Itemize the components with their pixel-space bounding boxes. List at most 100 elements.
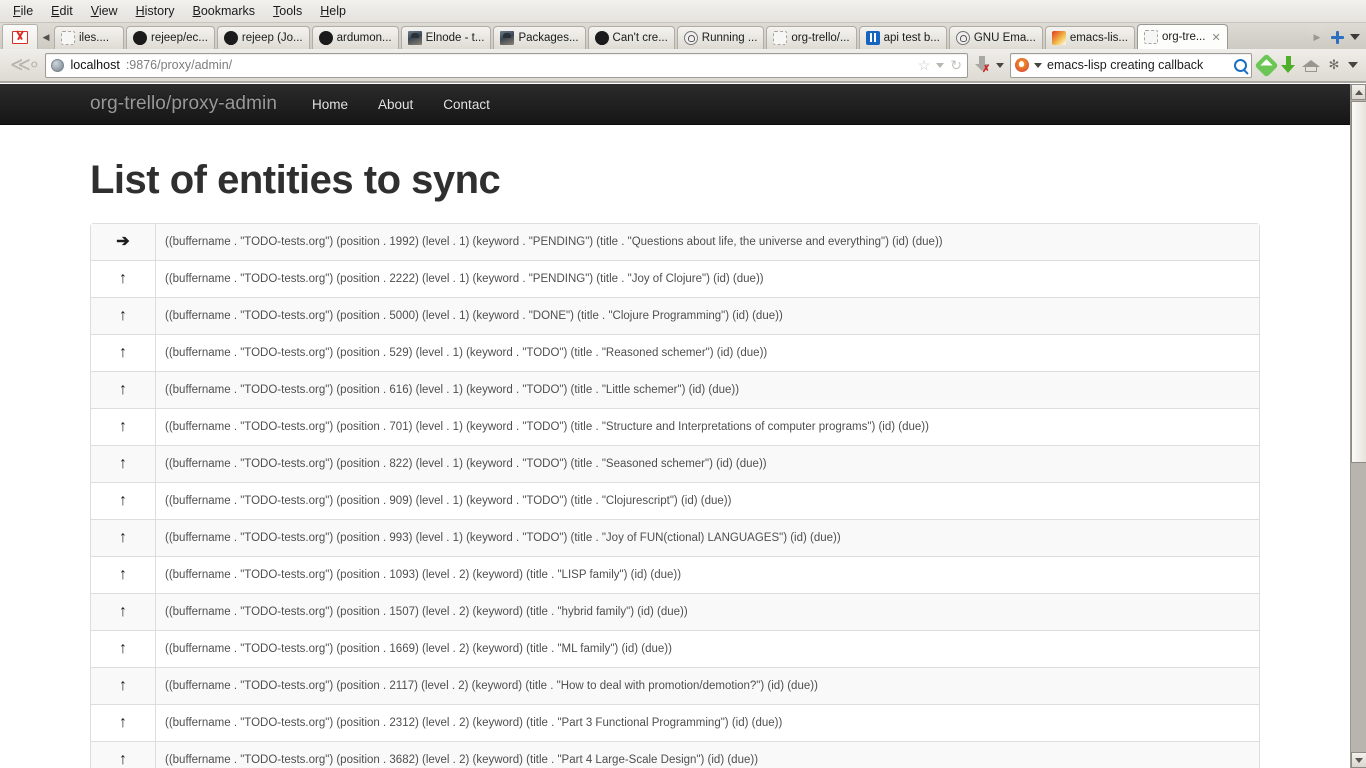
tab-label: iles....	[79, 32, 110, 44]
tab-label: rejeep (Jo...	[241, 32, 303, 44]
back-forward-button[interactable]: ≪∘	[8, 55, 41, 75]
table-row[interactable]: ↑ ((buffername . "TODO-tests.org") (posit…	[91, 408, 1259, 445]
site-nav-links: Home About Contact	[297, 84, 505, 124]
tab-close-icon[interactable]: ✕	[1209, 31, 1220, 44]
navigation-toolbar: ≪∘ localhost :9876/proxy/admin/ ☆ ↻ ✗ em…	[0, 49, 1366, 82]
tab[interactable]: iles....	[54, 26, 124, 49]
tab[interactable]: rejeep (Jo...	[216, 26, 310, 49]
nav-link-about[interactable]: About	[363, 84, 428, 124]
tab-list-dropdown-icon[interactable]	[1350, 34, 1360, 40]
menu-item-bookmarks[interactable]: Bookmarks	[184, 1, 265, 21]
tab-active[interactable]: org-tre... ✕	[1136, 24, 1228, 49]
table-row[interactable]: ↑ ((buffername . "TODO-tests.org") (posit…	[91, 704, 1259, 741]
github-icon	[133, 31, 147, 45]
entity-text: ((buffername . "TODO-tests.org") (positi…	[156, 704, 1259, 741]
entity-text: ((buffername . "TODO-tests.org") (positi…	[156, 445, 1259, 482]
blank-icon	[61, 31, 75, 45]
menu-item-tools[interactable]: Tools	[264, 1, 311, 21]
tab[interactable]: Elnode - t...	[400, 26, 492, 49]
scroll-up-icon	[1354, 89, 1363, 95]
table-row[interactable]: ↑ ((buffername . "TODO-tests.org") (posit…	[91, 482, 1259, 519]
menu-item-help[interactable]: Help	[311, 1, 355, 21]
scrollbar-down-button[interactable]	[1351, 752, 1366, 768]
tab-label: org-trello/...	[791, 32, 850, 44]
table-row[interactable]: ↑ ((buffername . "TODO-tests.org") (posit…	[91, 260, 1259, 297]
bookmark-dropdown-icon[interactable]	[936, 62, 945, 68]
new-tab-button[interactable]	[1331, 30, 1344, 44]
menu-item-history[interactable]: History	[127, 1, 184, 21]
table-row[interactable]: ↑ ((buffername . "TODO-tests.org") (posit…	[91, 741, 1259, 768]
entity-text: ((buffername . "TODO-tests.org") (positi…	[156, 408, 1259, 445]
up-arrow-icon: ↑	[91, 556, 156, 593]
up-arrow-icon: ↑	[91, 297, 156, 334]
search-icon[interactable]	[1234, 58, 1247, 72]
tab[interactable]: api test b...	[858, 26, 947, 49]
search-input[interactable]: emacs-lisp creating callback	[1047, 58, 1229, 72]
tab-scroll-left-button[interactable]: ◀	[38, 25, 54, 49]
site-brand[interactable]: org-trello/proxy-admin	[90, 84, 297, 124]
table-row[interactable]: ↑ ((buffername . "TODO-tests.org") (posit…	[91, 556, 1259, 593]
blank-icon	[773, 31, 788, 45]
page-container: List of entities to sync ➔ ((buffername .…	[90, 159, 1260, 768]
up-arrow-icon: ↑	[91, 593, 156, 630]
tab[interactable]: rejeep/ec...	[126, 26, 215, 49]
table-row[interactable]: ↑ ((buffername . "TODO-tests.org") (posit…	[91, 519, 1259, 556]
up-arrow-icon: ↑	[91, 519, 156, 556]
green-download-icon[interactable]	[1281, 55, 1296, 75]
tab-label: rejeep/ec...	[151, 32, 208, 44]
site-navbar: org-trello/proxy-admin Home About Contact	[0, 84, 1350, 125]
tab-scroll-right-button[interactable]: ▶	[1309, 25, 1325, 49]
browser-window: File Edit View History Bookmarks Tools Help ◀ …	[0, 0, 1366, 768]
page-scrollbar[interactable]	[1350, 84, 1366, 768]
table-row[interactable]: ↑ ((buffername . "TODO-tests.org") (posit…	[91, 667, 1259, 704]
up-arrow-icon: ↑	[91, 408, 156, 445]
menu-item-view[interactable]: View	[82, 1, 127, 21]
tab[interactable]: ardumon...	[311, 26, 399, 49]
addon-icon[interactable]: ✻	[1326, 58, 1342, 72]
menu-item-edit[interactable]: Edit	[42, 1, 82, 21]
up-arrow-icon: ↑	[91, 667, 156, 704]
table-row[interactable]: ↑ ((buffername . "TODO-tests.org") (posit…	[91, 371, 1259, 408]
download-icon[interactable]: ✗	[974, 55, 990, 75]
scroll-down-icon	[1355, 757, 1363, 763]
search-engine-dropdown-icon[interactable]	[1034, 62, 1042, 68]
tab[interactable]: Can't cre...	[587, 26, 675, 49]
gnu-icon	[955, 31, 970, 45]
tab[interactable]: Running ...	[676, 26, 765, 49]
tab[interactable]: Packages...	[493, 26, 586, 49]
table-row[interactable]: ➔ ((buffername . "TODO-tests.org") (posit…	[91, 224, 1259, 260]
tab[interactable]: org-trello/...	[766, 26, 857, 49]
table-row[interactable]: ↑ ((buffername . "TODO-tests.org") (posit…	[91, 297, 1259, 334]
table-row[interactable]: ↑ ((buffername . "TODO-tests.org") (posit…	[91, 445, 1259, 482]
entity-text: ((buffername . "TODO-tests.org") (positi…	[156, 519, 1259, 556]
menu-bar: File Edit View History Bookmarks Tools Help	[0, 0, 1366, 22]
duckduckgo-icon[interactable]	[1015, 58, 1029, 72]
tab-label: api test b...	[883, 32, 940, 44]
bookmark-star-icon[interactable]: ☆	[918, 58, 931, 72]
tab[interactable]: emacs-lis...	[1044, 26, 1135, 49]
menu-item-file[interactable]: File	[4, 1, 42, 21]
home-icon[interactable]	[1302, 58, 1320, 73]
scrollbar-thumb[interactable]	[1351, 101, 1366, 463]
table-row[interactable]: ↑ ((buffername . "TODO-tests.org") (posit…	[91, 334, 1259, 371]
up-arrow-icon: ↑	[91, 445, 156, 482]
tab[interactable]: GNU Ema...	[948, 26, 1043, 49]
tab-strip-controls: ▶	[1309, 25, 1366, 49]
github-icon	[594, 31, 609, 45]
pinned-tab-gmail[interactable]	[2, 24, 38, 49]
reload-icon[interactable]: ↻	[950, 57, 962, 74]
scrollbar-up-button[interactable]	[1351, 84, 1366, 100]
table-row[interactable]: ↑ ((buffername . "TODO-tests.org") (posit…	[91, 593, 1259, 630]
entity-text: ((buffername . "TODO-tests.org") (positi…	[156, 556, 1259, 593]
download-dropdown-icon[interactable]	[996, 62, 1004, 68]
gmail-icon	[12, 30, 28, 44]
feedly-icon[interactable]	[1254, 52, 1279, 78]
url-host: localhost	[70, 58, 120, 72]
nav-link-home[interactable]: Home	[297, 84, 363, 124]
up-arrow-icon: ↑	[91, 260, 156, 297]
nav-link-contact[interactable]: Contact	[428, 84, 505, 124]
search-bar[interactable]: emacs-lisp creating callback	[1010, 52, 1252, 78]
table-row[interactable]: ↑ ((buffername . "TODO-tests.org") (posit…	[91, 630, 1259, 667]
toolbar-overflow-icon[interactable]	[1348, 62, 1358, 68]
address-bar[interactable]: localhost :9876/proxy/admin/ ☆ ↻	[45, 52, 968, 78]
